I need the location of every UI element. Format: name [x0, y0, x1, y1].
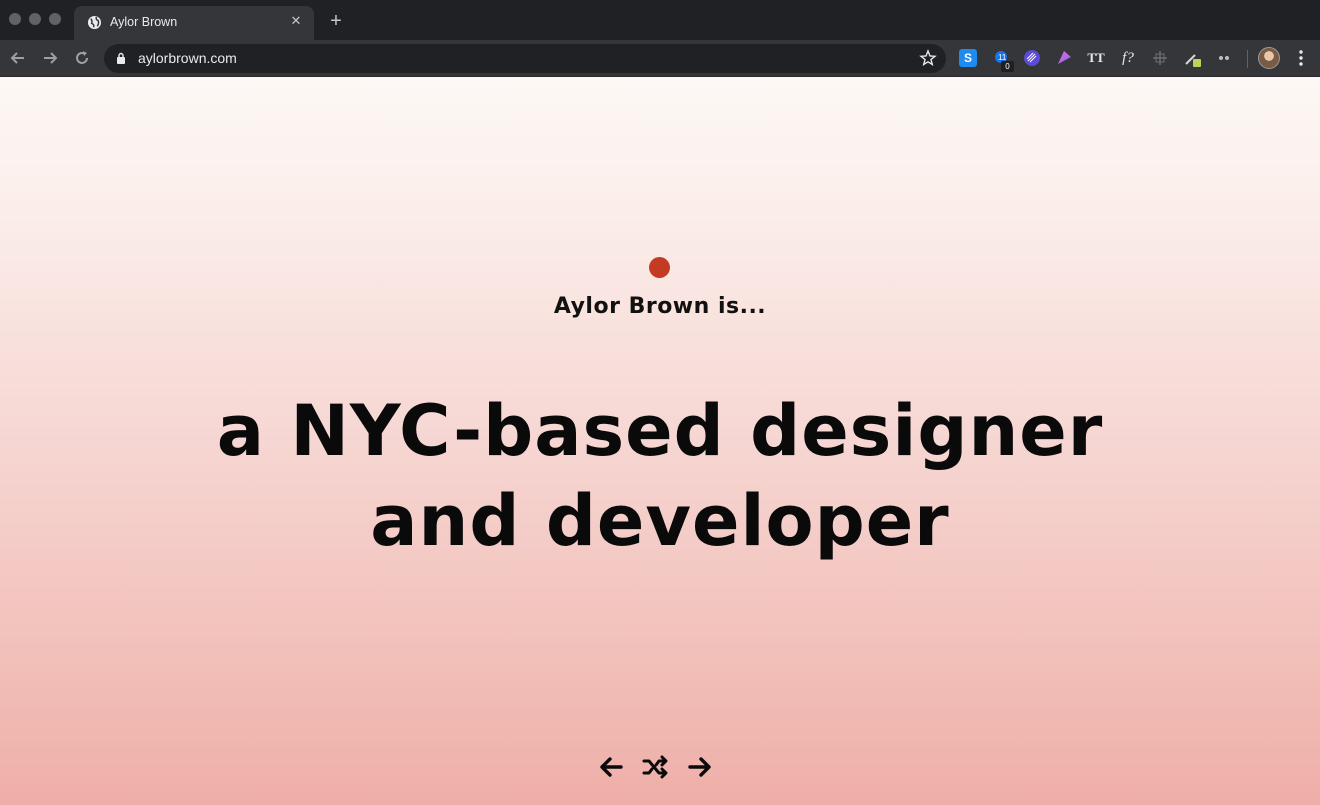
tab-close-icon[interactable]: ✕: [288, 14, 304, 30]
accent-dot: [649, 257, 670, 278]
close-window-button[interactable]: [9, 13, 21, 25]
tab-strip: Aylor Brown ✕ +: [0, 0, 1320, 40]
forward-icon[interactable]: [40, 48, 60, 68]
kebab-menu-icon[interactable]: [1295, 49, 1307, 67]
arrow-left-icon[interactable]: [597, 753, 625, 781]
phrase-controls: [0, 753, 1320, 783]
reload-icon[interactable]: [72, 48, 92, 68]
bookmark-star-icon[interactable]: [919, 49, 937, 67]
new-tab-button[interactable]: +: [326, 11, 346, 31]
font-extension-icon[interactable]: f?: [1119, 49, 1137, 67]
page-viewport: Aylor Brown is... a NYC-based designer a…: [0, 78, 1320, 805]
url-text[interactable]: aylorbrown.com: [138, 50, 237, 66]
eyes-extension-icon[interactable]: [1215, 49, 1233, 67]
headline-line-2: and developer: [370, 480, 950, 562]
extension-badge: 0: [1001, 61, 1014, 72]
tab-title: Aylor Brown: [110, 15, 178, 29]
minimize-window-button[interactable]: [29, 13, 41, 25]
browser-toolbar: aylorbrown.com S 11 TT f?: [0, 40, 1320, 77]
headline-line-1: a NYC-based designer: [216, 390, 1104, 472]
purple-circle-extension-icon[interactable]: [1023, 49, 1041, 67]
crosshair-extension-icon[interactable]: [1151, 49, 1169, 67]
maximize-window-button[interactable]: [49, 13, 61, 25]
browser-tab[interactable]: Aylor Brown ✕: [74, 6, 314, 40]
address-bar[interactable]: aylorbrown.com: [104, 44, 946, 73]
gradient-extension-icon[interactable]: [1055, 49, 1073, 67]
lock-icon[interactable]: [116, 52, 126, 64]
headline: a NYC-based designer and developer: [160, 386, 1160, 566]
eyedropper-extension-icon[interactable]: [1183, 49, 1201, 67]
tt-extension-icon[interactable]: TT: [1087, 49, 1105, 67]
intro-kicker: Aylor Brown is...: [553, 294, 767, 319]
globe-icon: [87, 15, 102, 30]
shuffle-icon[interactable]: [641, 753, 669, 781]
back-icon[interactable]: [8, 48, 28, 68]
profile-avatar[interactable]: [1258, 47, 1280, 69]
toolbar-divider: [1247, 50, 1248, 68]
s-extension-icon[interactable]: S: [959, 49, 977, 67]
arrow-right-icon[interactable]: [686, 753, 714, 781]
